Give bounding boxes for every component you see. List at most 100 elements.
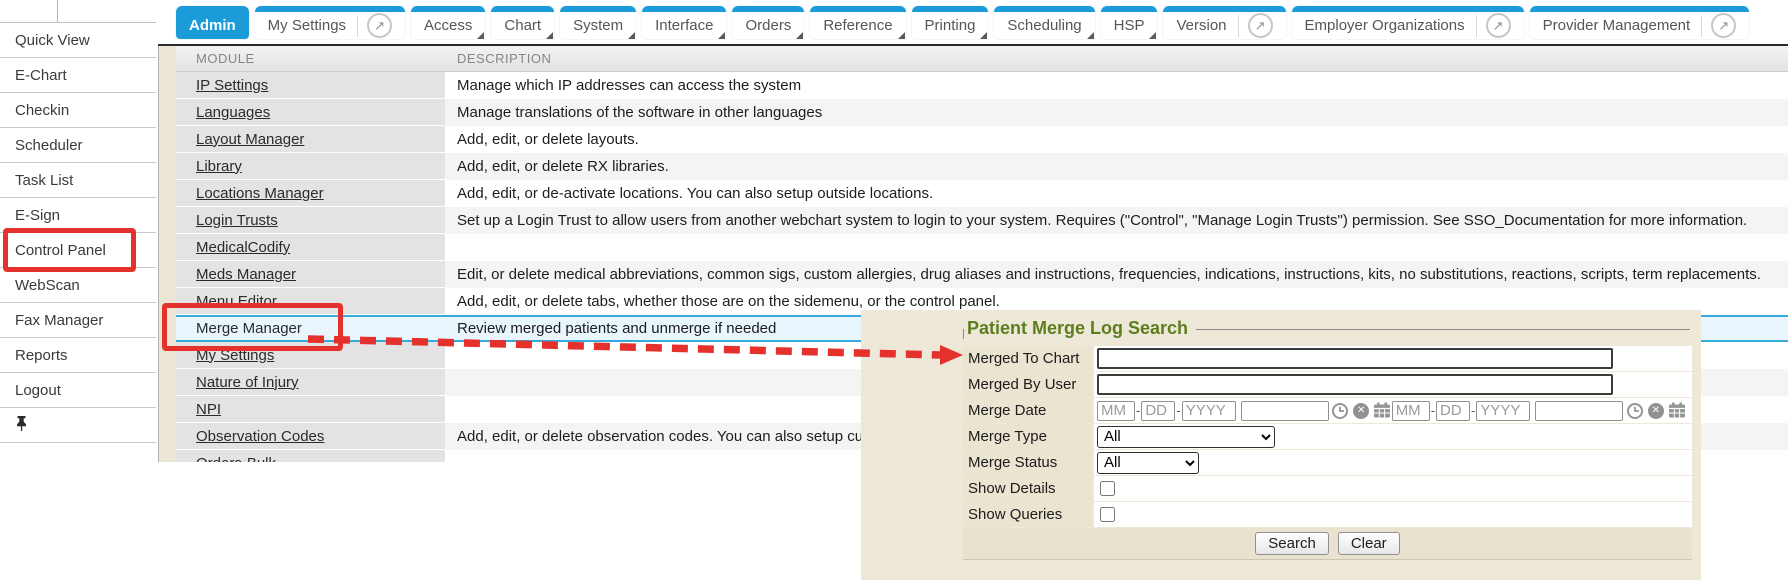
start-month-input[interactable] xyxy=(1097,401,1135,421)
merge-status-select[interactable]: All xyxy=(1097,452,1199,474)
module-description xyxy=(445,234,1788,261)
module-description: Add, edit, or de-activate locations. You… xyxy=(445,180,1788,207)
module-link[interactable]: Login Trusts xyxy=(196,212,278,229)
tab-divider xyxy=(1701,15,1702,37)
external-link-icon[interactable]: ↗ xyxy=(367,13,392,38)
tab-orders[interactable]: Orders xyxy=(732,6,804,39)
form-row-merged-by-user: Merged By User xyxy=(963,372,1692,397)
tab-admin[interactable]: Admin xyxy=(176,6,249,39)
module-description: Manage which IP addresses can access the… xyxy=(445,72,1788,99)
module-link[interactable]: IP Settings xyxy=(196,77,268,94)
sidebar-content-divider xyxy=(158,44,177,462)
tab-reference[interactable]: Reference xyxy=(810,6,905,39)
form-row-merge-date: Merge Date - - ✕ - - xyxy=(963,398,1692,423)
external-link-icon[interactable]: ↗ xyxy=(1486,13,1511,38)
module-cell: MedicalCodify xyxy=(176,234,445,261)
module-link[interactable]: MedicalCodify xyxy=(196,239,290,256)
field-label: Merge Type xyxy=(963,424,1092,449)
tab-label: HSP xyxy=(1114,17,1145,34)
tab-printing[interactable]: Printing xyxy=(912,6,989,39)
patient-merge-log-search-panel: Patient Merge Log Search Merged To Chart… xyxy=(861,310,1701,580)
sidebar-item-pin[interactable] xyxy=(0,408,156,443)
merged-by-user-input[interactable] xyxy=(1097,374,1613,395)
table-row: Locations Manager Add, edit, or de-activa… xyxy=(176,180,1788,207)
end-day-input[interactable] xyxy=(1436,401,1470,421)
tab-label: Version xyxy=(1176,17,1226,34)
sidebar-item-task-list[interactable]: Task List xyxy=(0,163,156,198)
sidebar-item-checkin[interactable]: Checkin xyxy=(0,93,156,128)
end-year-input[interactable] xyxy=(1476,401,1530,421)
external-link-icon[interactable]: ↗ xyxy=(1248,13,1273,38)
form-row-merge-status: Merge Status All xyxy=(963,450,1692,475)
end-month-input[interactable] xyxy=(1392,401,1430,421)
merge-type-select[interactable]: All xyxy=(1097,426,1275,448)
module-link[interactable]: Observation Codes xyxy=(196,428,324,445)
clock-icon[interactable] xyxy=(1625,401,1644,420)
sidebar-item-scheduler[interactable]: Scheduler xyxy=(0,128,156,163)
tab-my-settings[interactable]: My Settings↗ xyxy=(255,6,405,39)
module-link[interactable]: NPI xyxy=(196,401,221,418)
tab-version[interactable]: Version ↗ xyxy=(1163,6,1285,39)
sidebar-item-label: Task List xyxy=(15,172,73,189)
tab-chart[interactable]: Chart xyxy=(491,6,554,39)
tab-hsp[interactable]: HSP xyxy=(1101,6,1158,39)
sidebar-item-logout[interactable]: Logout xyxy=(0,373,156,408)
external-link-icon[interactable]: ↗ xyxy=(1711,13,1736,38)
module-link[interactable]: Meds Manager xyxy=(196,266,296,283)
submenu-corner-icon xyxy=(477,32,484,39)
tab-provider-management[interactable]: Provider Management↗ xyxy=(1530,6,1750,39)
tab-label: Admin xyxy=(189,17,236,34)
table-row: Layout Manager Add, edit, or delete layou… xyxy=(176,126,1788,153)
tab-access[interactable]: Access xyxy=(411,6,485,39)
clear-date-icon[interactable]: ✕ xyxy=(1352,401,1371,420)
module-link[interactable]: Orders-Bulk xyxy=(196,455,276,463)
module-column-header: MODULE xyxy=(176,51,445,66)
table-row: LibraryAdd, edit, or delete RX libraries… xyxy=(176,153,1788,180)
tab-employer-organizations[interactable]: Employer Organizations↗ xyxy=(1292,6,1524,39)
start-time-input[interactable] xyxy=(1241,401,1329,421)
show-details-checkbox[interactable] xyxy=(1100,481,1115,496)
field-label: Show Queries xyxy=(963,502,1092,527)
sidebar-item-label: Reports xyxy=(15,347,68,364)
clear-date-icon[interactable]: ✕ xyxy=(1646,401,1665,420)
field-label: Merged To Chart xyxy=(963,346,1092,371)
calendar-icon[interactable] xyxy=(1667,401,1686,420)
legend-line xyxy=(1196,329,1690,330)
tab-divider xyxy=(357,15,358,37)
start-day-input[interactable] xyxy=(1141,401,1175,421)
sidebar-item-quick-view[interactable]: Quick View xyxy=(0,23,156,58)
module-link[interactable]: Locations Manager xyxy=(196,185,324,202)
module-link[interactable]: Library xyxy=(196,158,242,175)
module-link[interactable]: Languages xyxy=(196,104,270,121)
tab-label: Orders xyxy=(745,17,791,34)
start-year-input[interactable] xyxy=(1182,401,1236,421)
show-queries-checkbox[interactable] xyxy=(1100,507,1115,522)
submenu-corner-icon xyxy=(796,32,803,39)
sidebar-item-label: Fax Manager xyxy=(15,312,103,329)
module-description: Add, edit, or delete layouts. xyxy=(445,126,1788,153)
tab-label: Chart xyxy=(504,17,541,34)
tab-interface[interactable]: Interface xyxy=(642,6,726,39)
module-cell: Orders-Bulk xyxy=(176,450,445,462)
merged-to-chart-input[interactable] xyxy=(1097,348,1613,369)
sidebar-item-reports[interactable]: Reports xyxy=(0,338,156,373)
table-row: MedicalCodify xyxy=(176,234,1788,261)
tab-scheduling[interactable]: Scheduling xyxy=(994,6,1094,39)
tab-system[interactable]: System xyxy=(560,6,636,39)
tab-divider xyxy=(1238,15,1239,37)
end-time-input[interactable] xyxy=(1535,401,1623,421)
sidebar-item-webscan[interactable]: WebScan xyxy=(0,268,156,303)
sidebar-item-fax-manager[interactable]: Fax Manager xyxy=(0,303,156,338)
tab-label: Scheduling xyxy=(1007,17,1081,34)
table-row: IP Settings Manage which IP addresses can… xyxy=(176,72,1788,99)
tab-label: Reference xyxy=(823,17,892,34)
search-button[interactable]: Search xyxy=(1255,532,1329,555)
sidebar-item-e-chart[interactable]: E-Chart xyxy=(0,58,156,93)
module-link[interactable]: Layout Manager xyxy=(196,131,304,148)
field-label: Merge Status xyxy=(963,450,1092,475)
pin-icon xyxy=(15,415,28,436)
clear-button[interactable]: Clear xyxy=(1338,532,1400,555)
calendar-icon[interactable] xyxy=(1373,401,1392,420)
module-link[interactable]: Nature of Injury xyxy=(196,374,299,391)
clock-icon[interactable] xyxy=(1331,401,1350,420)
